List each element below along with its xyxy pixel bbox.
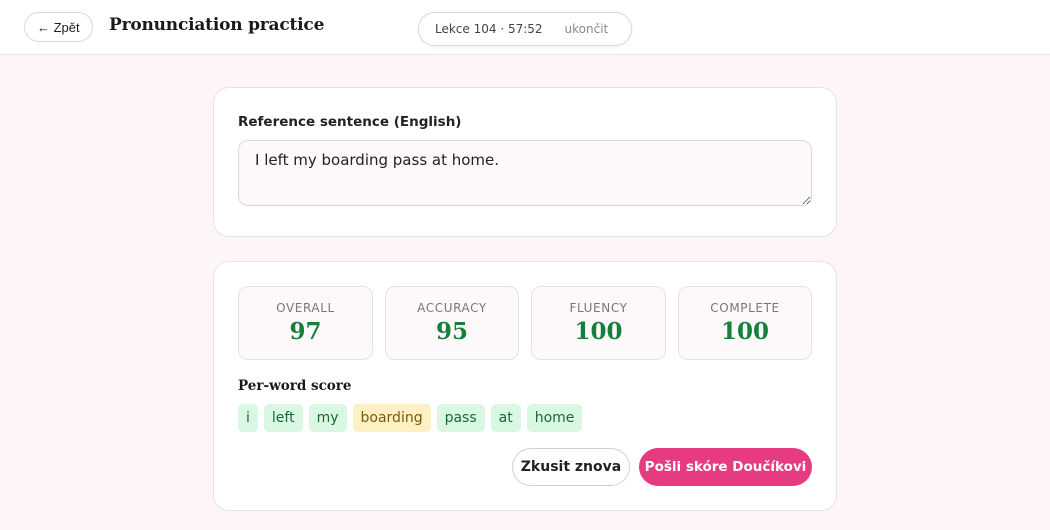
per-word-list: i left my boarding pass at home	[238, 404, 583, 432]
metric-accuracy: ACCURACY 95	[385, 286, 519, 360]
page-title: Pronunciation practice	[109, 15, 325, 35]
reference-label: Reference sentence (English)	[238, 114, 462, 130]
metric-label: FLUENCY	[569, 301, 628, 315]
session-info: Lekce 104 · 57:52	[435, 22, 543, 36]
retry-button[interactable]: Zkusit znova	[512, 448, 630, 486]
end-session-link[interactable]: ukončit	[565, 22, 609, 36]
metric-fluency: FLUENCY 100	[531, 286, 666, 360]
metric-value: 95	[435, 318, 468, 345]
metric-complete: COMPLETE 100	[678, 286, 812, 360]
metric-label: OVERALL	[276, 301, 335, 315]
word-chip: home	[526, 404, 583, 432]
metric-value: 100	[720, 318, 769, 345]
word-chip: left	[263, 404, 303, 432]
metric-label: ACCURACY	[417, 301, 487, 315]
score-card: OVERALL 97 ACCURACY 95 FLUENCY 100 COMPL…	[213, 261, 837, 511]
per-word-label: Per-word score	[238, 378, 352, 394]
word-chip: pass	[436, 404, 485, 432]
word-chip: my	[308, 404, 347, 432]
reference-card: Reference sentence (English) I left my b…	[213, 87, 837, 237]
metric-overall: OVERALL 97	[238, 286, 373, 360]
back-button[interactable]: ← Zpět	[24, 12, 93, 42]
session-pill: Lekce 104 · 57:52 ukončit	[418, 12, 632, 46]
reference-sentence-input[interactable]: I left my boarding pass at home.	[238, 140, 812, 206]
metric-value: 97	[289, 318, 322, 345]
metric-label: COMPLETE	[710, 301, 780, 315]
word-chip: boarding	[352, 404, 431, 432]
word-chip: at	[490, 404, 521, 432]
send-score-button[interactable]: Pošli skóre Doučíkovi	[639, 448, 812, 486]
word-chip: i	[238, 404, 258, 432]
metric-value: 100	[574, 318, 623, 345]
top-bar: ← Zpět Pronunciation practice Lekce 104 …	[0, 0, 1050, 55]
